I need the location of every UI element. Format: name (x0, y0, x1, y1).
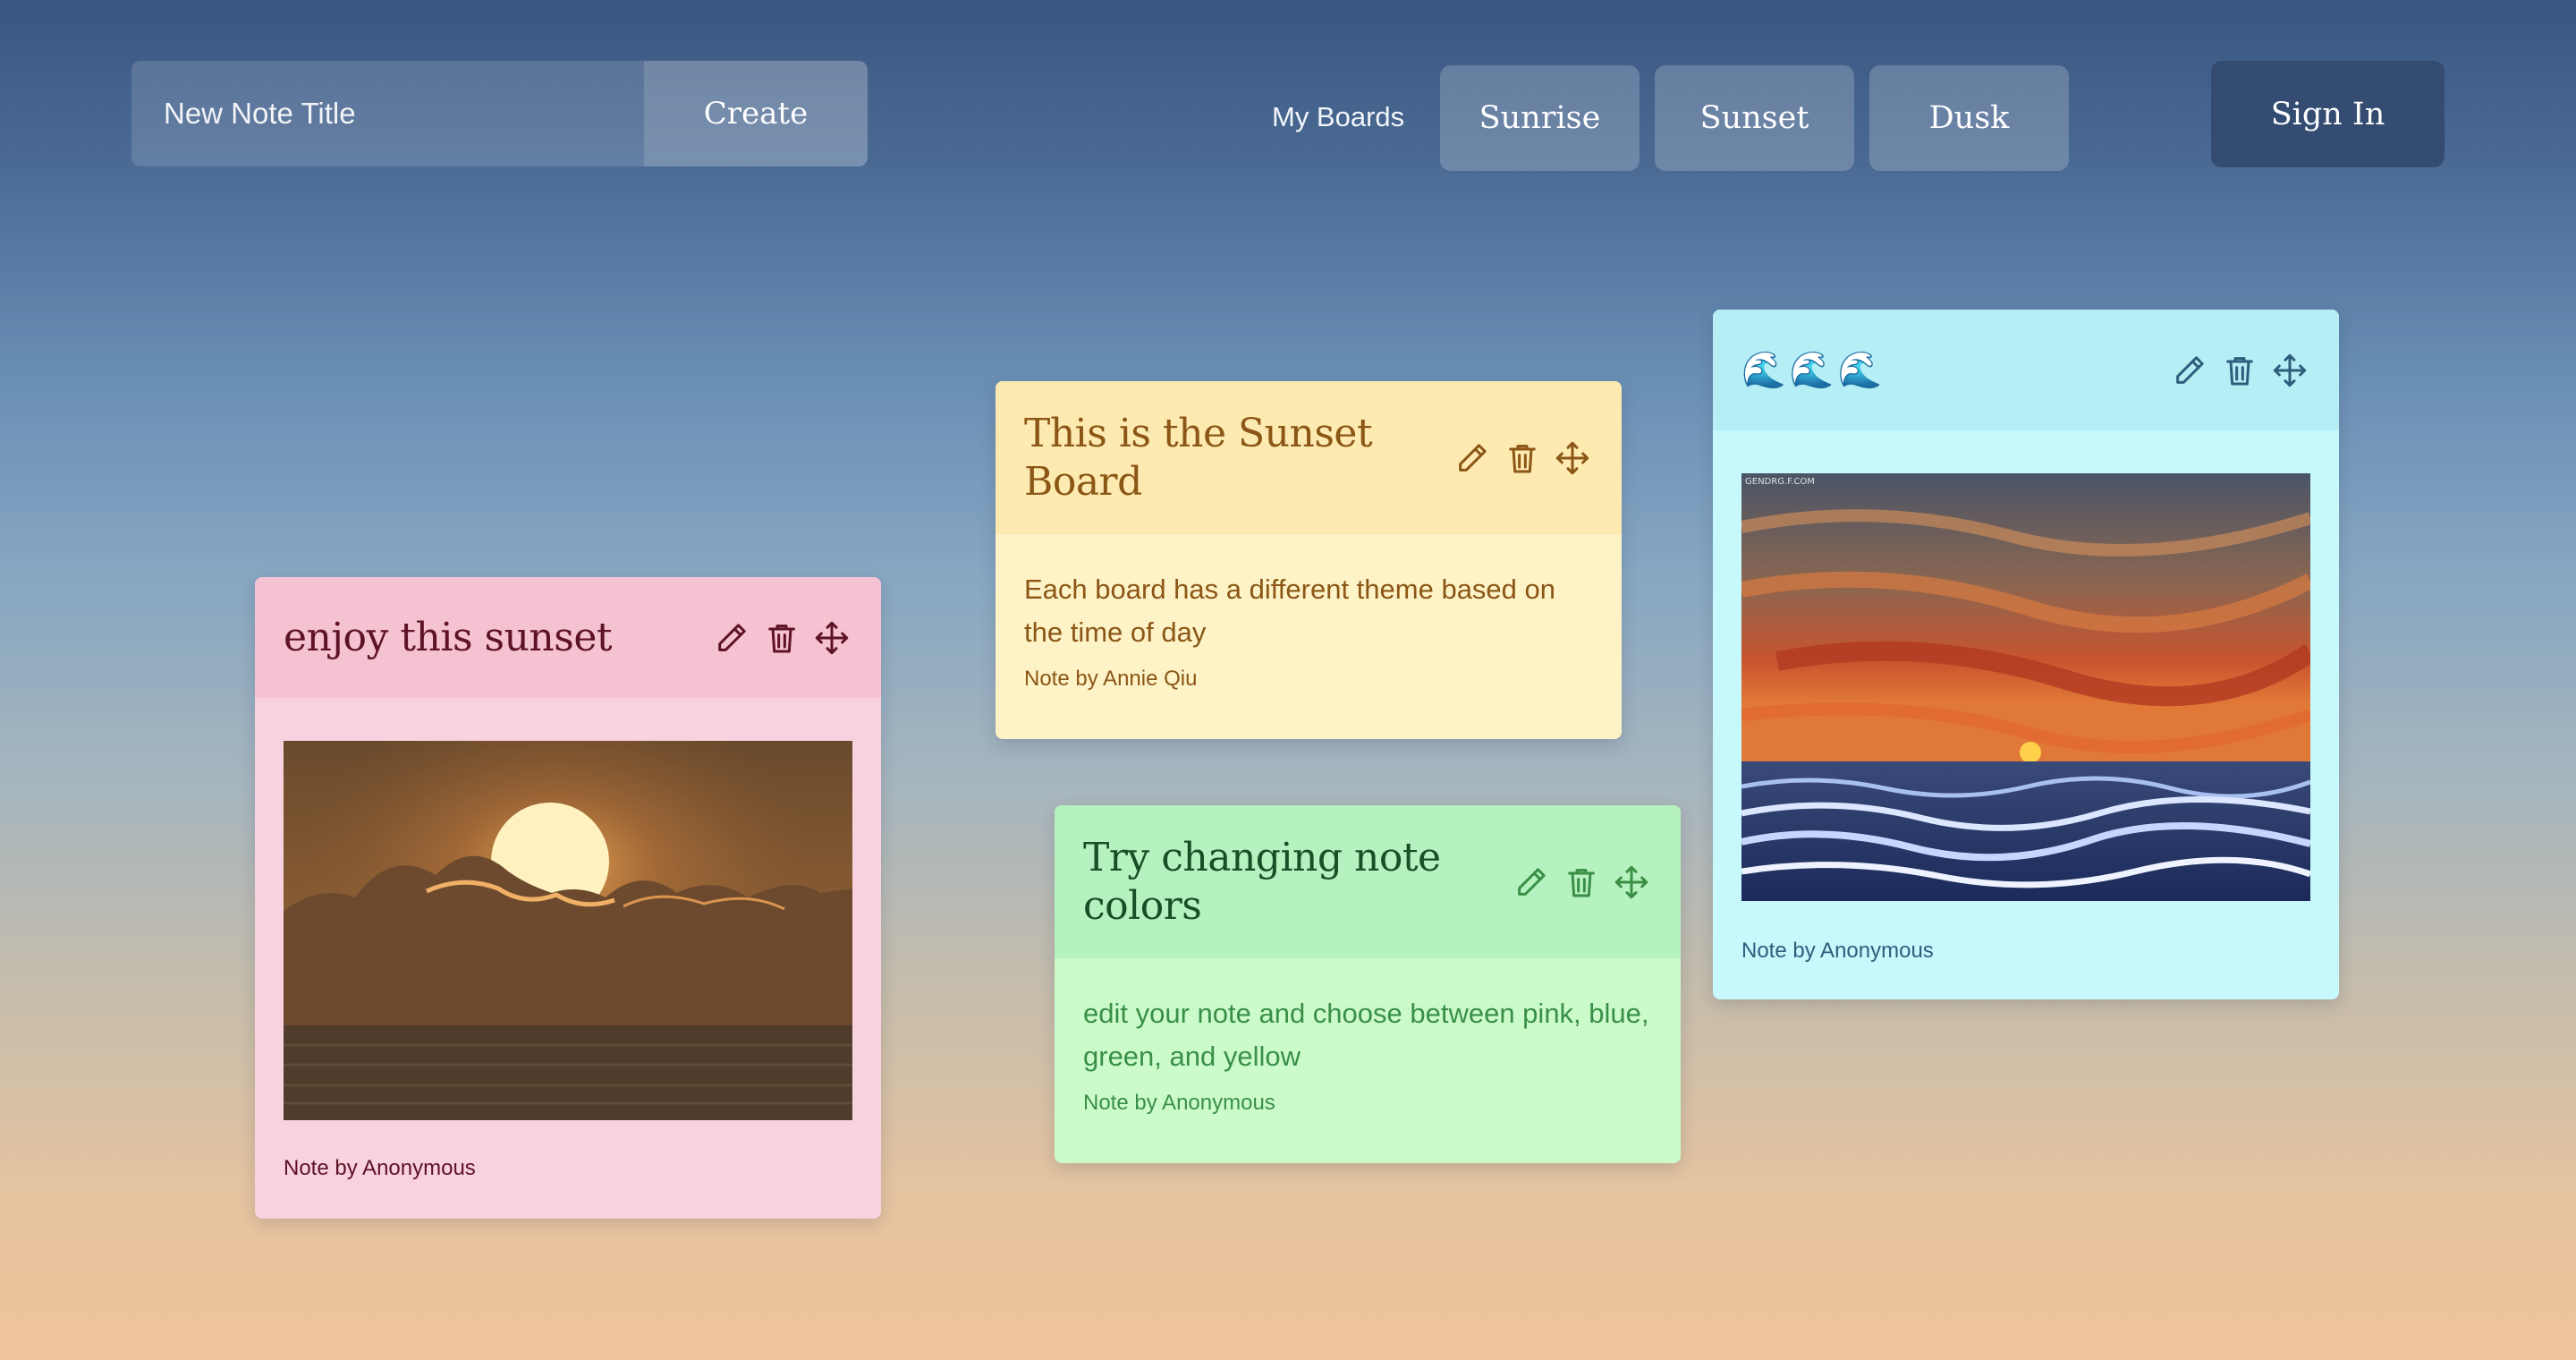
note-body: edit your note and choose between pink, … (1055, 992, 1681, 1116)
move-arrows-icon[interactable] (2269, 350, 2310, 391)
note-title: Try changing note colors (1083, 834, 1441, 929)
create-button[interactable]: Create (644, 61, 868, 166)
image-watermark: GENDRG.F.COM (1745, 477, 1815, 487)
trash-icon[interactable] (1561, 862, 1602, 903)
note-toolbar (711, 617, 852, 659)
note-body: Each board has a different theme based o… (996, 568, 1622, 692)
note-header: Try changing note colors (1055, 805, 1681, 958)
my-boards-label: My Boards (1272, 101, 1405, 132)
pencil-icon[interactable] (711, 617, 752, 659)
note-toolbar (1452, 438, 1593, 479)
sunset-cloud-photo (284, 741, 852, 1120)
sign-in-button[interactable]: Sign In (2211, 61, 2445, 167)
board-button-sunrise[interactable]: Sunrise (1440, 65, 1640, 171)
note-card-yellow: This is the Sunset Board Each board has … (996, 381, 1622, 739)
note-body: Note by Anonymous (255, 741, 881, 1181)
pencil-icon[interactable] (1511, 862, 1552, 903)
note-toolbar (2169, 350, 2310, 391)
note-card-blue: 🌊🌊🌊 GENDRG.F.COM Note by Anonymous (1713, 310, 2339, 999)
note-header: 🌊🌊🌊 (1713, 310, 2339, 430)
note-text: edit your note and choose between pink, … (1083, 998, 1649, 1072)
board-button-sunset[interactable]: Sunset (1655, 65, 1854, 171)
ocean-sunset-photo: GENDRG.F.COM (1741, 473, 2310, 901)
note-author: Note by Annie Qiu (1024, 667, 1198, 691)
note-body: GENDRG.F.COM Note by Anonymous (1713, 473, 2339, 964)
new-note-title-input[interactable] (131, 61, 644, 166)
trash-icon[interactable] (1502, 438, 1543, 479)
move-arrows-icon[interactable] (811, 617, 852, 659)
note-author: Note by Anonymous (284, 1156, 476, 1180)
trash-icon[interactable] (2219, 350, 2260, 391)
note-text: Each board has a different theme based o… (1024, 574, 1556, 648)
trash-icon[interactable] (761, 617, 802, 659)
note-header: enjoy this sunset (255, 577, 881, 698)
note-title: 🌊🌊🌊 (1741, 350, 1886, 390)
pencil-icon[interactable] (2169, 350, 2210, 391)
move-arrows-icon[interactable] (1611, 862, 1652, 903)
note-title: enjoy this sunset (284, 614, 613, 660)
pencil-icon[interactable] (1452, 438, 1493, 479)
board-button-dusk[interactable]: Dusk (1869, 65, 2069, 171)
note-header: This is the Sunset Board (996, 381, 1622, 534)
note-title: This is the Sunset Board (1024, 410, 1373, 505)
note-card-pink: enjoy this sunset Note by Anonymous (255, 577, 881, 1219)
move-arrows-icon[interactable] (1552, 438, 1593, 479)
note-author: Note by Anonymous (1083, 1091, 1275, 1115)
note-author: Note by Anonymous (1741, 939, 1934, 963)
note-toolbar (1511, 862, 1652, 903)
new-note-form: Create (131, 61, 868, 166)
note-card-green: Try changing note colors edit your note … (1055, 805, 1681, 1163)
